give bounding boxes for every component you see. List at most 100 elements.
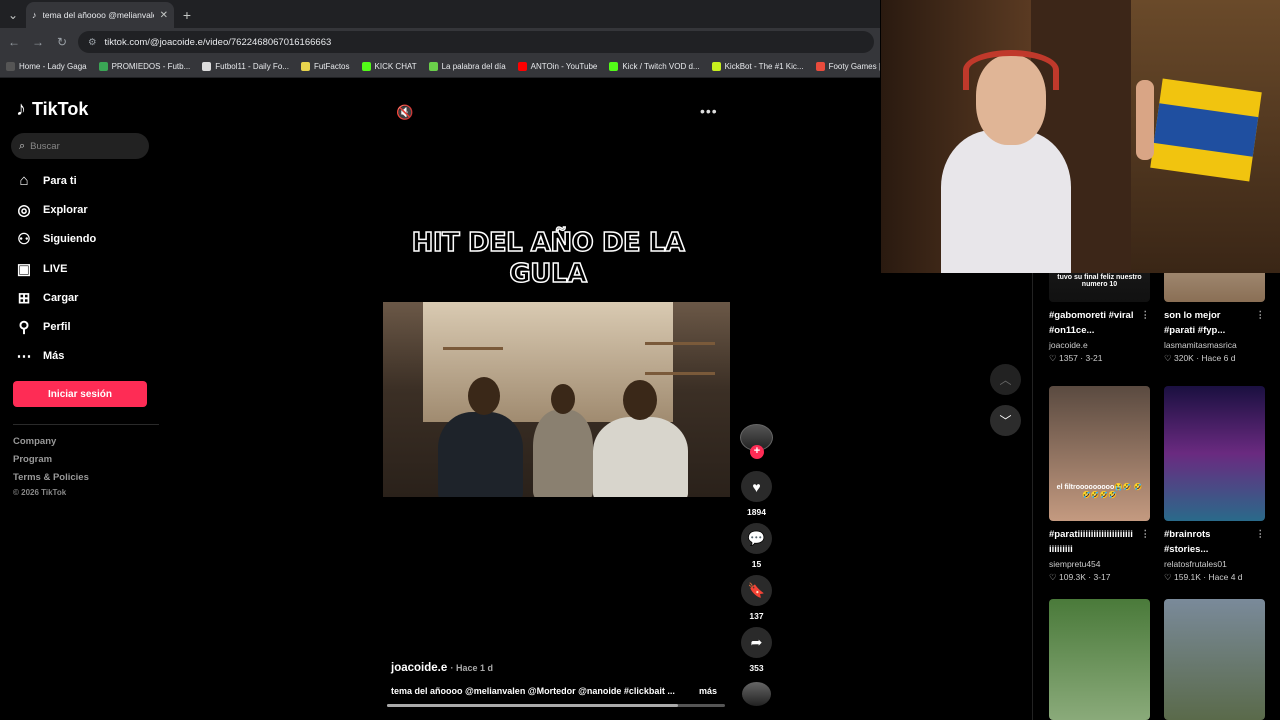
related-video-author[interactable]: lasmamitasmasrica [1164, 340, 1265, 350]
sidebar-item-cargar[interactable]: ⊞ Cargar [15, 283, 96, 312]
tab-search-icon[interactable]: ⌄ [0, 2, 26, 28]
card-options-icon[interactable]: ⋮ [1141, 527, 1151, 542]
save-action[interactable]: 🔖 137 [740, 575, 773, 621]
bookmark-item[interactable]: Footy Games | F [815, 62, 880, 71]
related-date: Hace 6 d [1201, 353, 1236, 363]
sidebar-item-label: Cargar [43, 291, 79, 304]
column-divider [1032, 273, 1033, 720]
bookmark-favicon-icon [361, 62, 371, 71]
sidebar-item-explorar[interactable]: ◎ Explorar [15, 195, 96, 224]
footer-link-program[interactable]: Program [13, 454, 89, 472]
search-input[interactable]: ⌕ Buscar [11, 133, 149, 159]
live-icon: ▣ [16, 260, 32, 278]
logo-text: TikTok [32, 99, 89, 119]
related-title-text: #brainrots #stories... [1164, 529, 1211, 555]
sidebar-item-live[interactable]: ▣ LIVE [15, 254, 96, 283]
tiktok-note-icon: ♪ [16, 98, 26, 120]
heart-outline-icon: ♡ [1164, 572, 1174, 582]
like-action[interactable]: ♥ 1894 [740, 471, 773, 517]
related-video-title[interactable]: son lo mejor #parati #fyp... ⋮ [1164, 308, 1265, 338]
footer-link-company[interactable]: Company [13, 436, 89, 454]
reload-icon[interactable]: ↻ [54, 35, 70, 49]
bookmark-item[interactable]: PROMIEDOS - Futb... [98, 62, 190, 71]
share-icon[interactable]: ➦ [741, 627, 772, 658]
related-video-title[interactable]: #paratiiiiiiiiiiiiiiiiiiiii iiiiiiiii ⋮ [1049, 527, 1150, 557]
meta-separator: · [1085, 572, 1094, 582]
sidebar-item-para-ti[interactable]: ⌂ Para ti [15, 166, 96, 195]
search-icon: ⌕ [19, 139, 26, 152]
video-shelf [443, 347, 503, 350]
author-name[interactable]: joacoide.e [391, 662, 447, 674]
related-video-card[interactable]: #brainrots #stories... ⋮ relatosfrutales01… [1164, 386, 1265, 583]
more-caption-button[interactable]: más [699, 686, 717, 696]
home-icon: ⌂ [19, 172, 29, 190]
address-bar[interactable]: ⚙ tiktok.com/@joacoide.e/video/762246806… [78, 31, 874, 53]
back-icon[interactable]: ← [6, 35, 22, 49]
heart-icon[interactable]: ♥ [741, 471, 772, 502]
next-video-button[interactable]: ﹀ [990, 405, 1021, 436]
bookmark-label: FutFactos [313, 62, 350, 71]
new-tab-button[interactable]: + [174, 2, 200, 28]
sidebar-item-más[interactable]: ⋯ Más [15, 342, 96, 371]
related-video-author[interactable]: siempretu454 [1049, 559, 1150, 569]
related-title-text: son lo mejor #parati #fyp... [1164, 310, 1226, 336]
bookmark-item[interactable]: Kick / Twitch VOD d... [609, 62, 700, 71]
search-placeholder: Buscar [30, 140, 60, 152]
card-options-icon[interactable]: ⋮ [1256, 308, 1266, 323]
site-info-icon[interactable]: ⚙ [88, 37, 97, 48]
sidebar-nav: ⌂ Para ti ◎ Explorar ⚇ Siguiendo ▣ LIVE ⊞ Cargar ⚲… [15, 166, 97, 371]
video-person [533, 410, 593, 497]
video-thumbnail[interactable] [1164, 599, 1265, 720]
music-disc-avatar[interactable] [742, 682, 771, 706]
related-video-card[interactable] [1164, 599, 1265, 720]
chevron-up-icon: ︿ [999, 373, 1012, 387]
tiktok-logo[interactable]: ♪ TikTok [16, 98, 88, 121]
bookmark-item[interactable]: Futbol11 - Daily Fo... [202, 62, 289, 71]
bookmark-item[interactable]: ANTOin - YouTube [517, 62, 597, 71]
video-shelf [645, 342, 715, 345]
sidebar-item-perfil[interactable]: ⚲ Perfil [15, 312, 96, 341]
card-options-icon[interactable]: ⋮ [1141, 308, 1151, 323]
sidebar-divider [13, 424, 159, 425]
more-options-icon[interactable]: ••• [700, 103, 718, 119]
video-person-head [551, 384, 575, 414]
video-overlay-title: HIT DEL AÑO DE LA GULA [411, 227, 686, 290]
comment-icon[interactable]: 💬 [741, 523, 772, 554]
related-date: Hace 4 d [1208, 572, 1243, 582]
login-button[interactable]: Iniciar sesión [13, 381, 147, 407]
browser-tab-active[interactable]: ♪ tema del añoooo @melianvalen ✕ [26, 2, 174, 28]
video-frame[interactable] [383, 302, 730, 497]
close-tab-icon[interactable]: ✕ [160, 10, 168, 21]
share-action[interactable]: ➦ 353 [740, 627, 773, 673]
related-video-card[interactable]: el filtrooooooooo😭🤣 🤣🤣🤣🤣🤣 #paratiiiiiiiii… [1049, 386, 1150, 583]
video-author[interactable]: joacoide.e · Hace 1 d [391, 662, 493, 674]
card-options-icon[interactable]: ⋮ [1256, 527, 1266, 542]
video-thumbnail[interactable] [1164, 386, 1265, 521]
related-video-title[interactable]: #gabomoreti #viral #on11ce... ⋮ [1049, 308, 1150, 338]
video-progress-bar[interactable] [387, 704, 725, 707]
bookmark-item[interactable]: La palabra del día [428, 62, 506, 71]
bookmark-favicon-icon [517, 62, 527, 71]
bookmark-item[interactable]: KICK CHAT [361, 62, 417, 71]
bookmark-icon[interactable]: 🔖 [741, 575, 772, 606]
related-video-author[interactable]: joacoide.e [1049, 340, 1150, 350]
bookmark-item[interactable]: FutFactos [300, 62, 350, 71]
video-shelf [645, 372, 715, 375]
follow-plus-icon[interactable]: + [750, 445, 764, 459]
bookmark-item[interactable]: KickBot - The #1 Kic... [711, 62, 804, 71]
related-video-author[interactable]: relatosfrutales01 [1164, 559, 1265, 569]
comment-action[interactable]: 💬 15 [740, 523, 773, 569]
muted-speaker-icon[interactable]: 🔇 [396, 104, 413, 121]
related-video-card[interactable] [1049, 599, 1150, 720]
sidebar-item-siguiendo[interactable]: ⚇ Siguiendo [15, 225, 96, 254]
sidebar-item-label: Perfil [43, 321, 71, 334]
forward-icon[interactable]: → [30, 35, 46, 49]
video-thumbnail[interactable] [1049, 599, 1150, 720]
bookmark-item[interactable]: Home - Lady Gaga [6, 62, 87, 71]
browser-toolbar: ← → ↻ ⚙ tiktok.com/@joacoide.e/video/762… [0, 28, 880, 56]
related-video-title[interactable]: #brainrots #stories... ⋮ [1164, 527, 1265, 557]
previous-video-button[interactable]: ︿ [990, 364, 1021, 395]
heart-outline-icon: ♡ [1049, 353, 1059, 363]
save-count: 137 [749, 611, 764, 621]
video-thumbnail[interactable]: el filtrooooooooo😭🤣 🤣🤣🤣🤣🤣 [1049, 386, 1150, 521]
